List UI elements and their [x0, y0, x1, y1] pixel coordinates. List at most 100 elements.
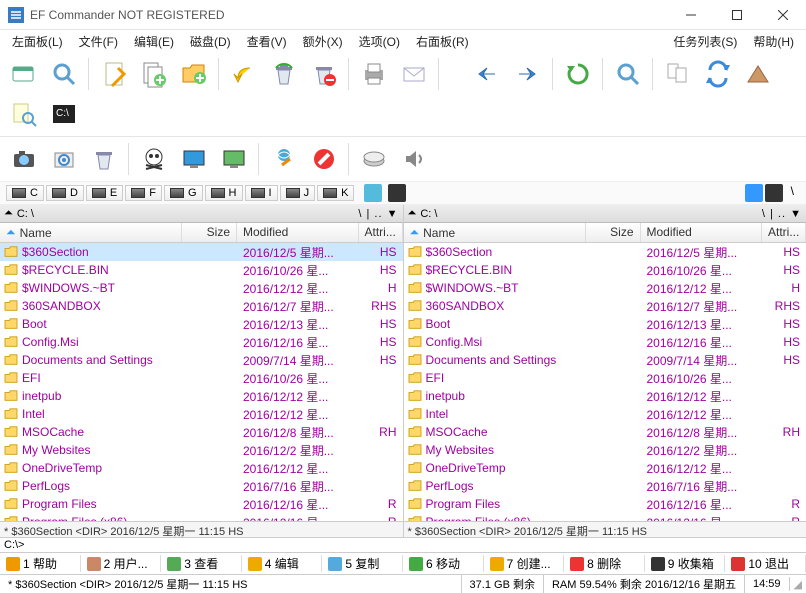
drive-j-button[interactable]: J — [280, 185, 316, 201]
file-row[interactable]: Boot2016/12/13 星...HS — [0, 315, 403, 333]
file-row[interactable]: My Websites2016/12/2 星期... — [404, 441, 806, 459]
drive-e-button[interactable]: E — [86, 185, 123, 201]
col-name[interactable]: ⏶ Name — [404, 223, 586, 242]
file-row[interactable]: $360Section2016/12/5 星期...HS — [0, 243, 403, 261]
sync-button[interactable] — [700, 56, 736, 92]
file-row[interactable]: Config.Msi2016/12/16 星...HS — [0, 333, 403, 351]
undo-button[interactable] — [226, 56, 262, 92]
file-row[interactable]: Program Files (x86)2016/12/16 星...R — [404, 513, 806, 521]
sound-button[interactable] — [396, 141, 432, 177]
path-dots[interactable]: \ | .. ▼ — [358, 208, 398, 220]
fn-3-button[interactable]: 3 查看 — [161, 555, 242, 572]
print-button[interactable] — [356, 56, 392, 92]
file-row[interactable]: $RECYCLE.BIN2016/10/26 星...HS — [404, 261, 806, 279]
file-row[interactable]: Intel2016/12/12 星... — [404, 405, 806, 423]
command-line[interactable]: C:\> — [0, 537, 806, 553]
file-row[interactable]: Documents and Settings2009/7/14 星期...HS — [404, 351, 806, 369]
menu-left-panel[interactable]: 左面板(L) — [4, 31, 71, 52]
file-row[interactable]: $WINDOWS.~BT2016/12/12 星...H — [0, 279, 403, 297]
menu-file[interactable]: 文件(F) — [71, 31, 126, 52]
col-size[interactable]: Size — [182, 223, 237, 242]
new-file-button[interactable] — [136, 56, 172, 92]
file-row[interactable]: inetpub2016/12/12 星... — [404, 387, 806, 405]
up-icon[interactable]: ⏶ — [408, 207, 417, 220]
left-panel-header[interactable]: ⏶ C: \ \ | .. ▼ — [0, 205, 403, 223]
file-row[interactable]: Boot2016/12/13 星...HS — [404, 315, 806, 333]
minimize-button[interactable] — [668, 0, 714, 30]
right-drive-icon-0[interactable] — [745, 184, 763, 202]
drive-h-button[interactable]: H — [205, 185, 243, 201]
settings-button[interactable] — [46, 141, 82, 177]
file-row[interactable]: MSOCache2016/12/8 星期...RH — [0, 423, 403, 441]
cloud-icon[interactable] — [364, 184, 382, 202]
file-row[interactable]: Program Files (x86)2016/12/16 星...R — [0, 513, 403, 521]
back-button[interactable] — [470, 56, 506, 92]
fn-9-button[interactable]: 9 收集箱 — [645, 555, 726, 572]
trash-button[interactable] — [86, 141, 122, 177]
new-folder-button[interactable] — [176, 56, 212, 92]
path-dots[interactable]: \ | .. ▼ — [762, 208, 802, 220]
maximize-button[interactable] — [714, 0, 760, 30]
menu-disk[interactable]: 磁盘(D) — [182, 31, 239, 52]
menu-tasks[interactable]: 任务列表(S) — [665, 31, 745, 52]
file-row[interactable]: $360Section2016/12/5 星期...HS — [404, 243, 806, 261]
drive-f-button[interactable]: F — [125, 185, 162, 201]
screen2-button[interactable] — [216, 141, 252, 177]
col-attr[interactable]: Attri... — [762, 223, 806, 242]
file-row[interactable]: MSOCache2016/12/8 星期...RH — [404, 423, 806, 441]
menu-view[interactable]: 查看(V) — [239, 31, 295, 52]
new-window-button[interactable] — [6, 56, 42, 92]
file-row[interactable]: inetpub2016/12/12 星... — [0, 387, 403, 405]
menu-right-panel[interactable]: 右面板(R) — [408, 31, 477, 52]
up-icon[interactable]: ⏶ — [4, 207, 13, 220]
file-row[interactable]: Program Files2016/12/16 星...R — [404, 495, 806, 513]
file-row[interactable]: 360SANDBOX2016/12/7 星期...RHS — [0, 297, 403, 315]
file-row[interactable]: OneDriveTemp2016/12/12 星... — [0, 459, 403, 477]
file-row[interactable]: PerfLogs2016/7/16 星期... — [404, 477, 806, 495]
file-row[interactable]: My Websites2016/12/2 星期... — [0, 441, 403, 459]
menu-options[interactable]: 选项(O) — [351, 31, 408, 52]
drive-c-button[interactable]: C — [6, 185, 44, 201]
right-panel-header[interactable]: ⏶ C: \ \ | .. ▼ — [404, 205, 806, 223]
camera-button[interactable] — [6, 141, 42, 177]
mail-button[interactable] — [396, 56, 432, 92]
drive-k-button[interactable]: K — [317, 185, 354, 201]
col-modified[interactable]: Modified — [237, 223, 359, 242]
menu-edit[interactable]: 编辑(E) — [126, 31, 182, 52]
fn-8-button[interactable]: 8 删除 — [564, 555, 645, 572]
drive-info-button[interactable] — [356, 141, 392, 177]
device-icon[interactable] — [388, 184, 406, 202]
file-row[interactable]: EFI2016/10/26 星... — [404, 369, 806, 387]
fn-5-button[interactable]: 5 复制 — [322, 555, 403, 572]
file-row[interactable]: $WINDOWS.~BT2016/12/12 星...H — [404, 279, 806, 297]
drive-d-button[interactable]: D — [46, 185, 84, 201]
file-row[interactable]: 360SANDBOX2016/12/7 星期...RHS — [404, 297, 806, 315]
file-row[interactable]: EFI2016/10/26 星... — [0, 369, 403, 387]
block-button[interactable] — [306, 141, 342, 177]
close-button[interactable] — [760, 0, 806, 30]
right-drive-icon-1[interactable] — [765, 184, 783, 202]
col-size[interactable]: Size — [586, 223, 641, 242]
menu-extra[interactable]: 额外(X) — [295, 31, 351, 52]
compress-button[interactable] — [740, 56, 776, 92]
file-row[interactable]: OneDriveTemp2016/12/12 星... — [404, 459, 806, 477]
forward-button[interactable] — [510, 56, 546, 92]
file-row[interactable]: Documents and Settings2009/7/14 星期...HS — [0, 351, 403, 369]
refresh-button[interactable] — [560, 56, 596, 92]
find-file-button[interactable] — [6, 96, 42, 132]
file-row[interactable]: $RECYCLE.BIN2016/10/26 星...HS — [0, 261, 403, 279]
file-row[interactable]: Config.Msi2016/12/16 星...HS — [404, 333, 806, 351]
file-row[interactable]: Program Files2016/12/16 星...R — [0, 495, 403, 513]
drive-g-button[interactable]: G — [164, 185, 203, 201]
fn-6-button[interactable]: 6 移动 — [403, 555, 484, 572]
fn-10-button[interactable]: 10 退出 — [725, 555, 806, 572]
delete-button[interactable] — [306, 56, 342, 92]
search-button[interactable] — [610, 56, 646, 92]
status-resize-grip[interactable]: ◢ — [790, 578, 806, 591]
fn-2-button[interactable]: 2 用户... — [81, 555, 162, 572]
file-row[interactable]: PerfLogs2016/7/16 星期... — [0, 477, 403, 495]
file-row[interactable]: Intel2016/12/12 星... — [0, 405, 403, 423]
skull-button[interactable] — [136, 141, 172, 177]
col-attr[interactable]: Attri... — [359, 223, 403, 242]
console-button[interactable]: C:\ — [46, 96, 82, 132]
